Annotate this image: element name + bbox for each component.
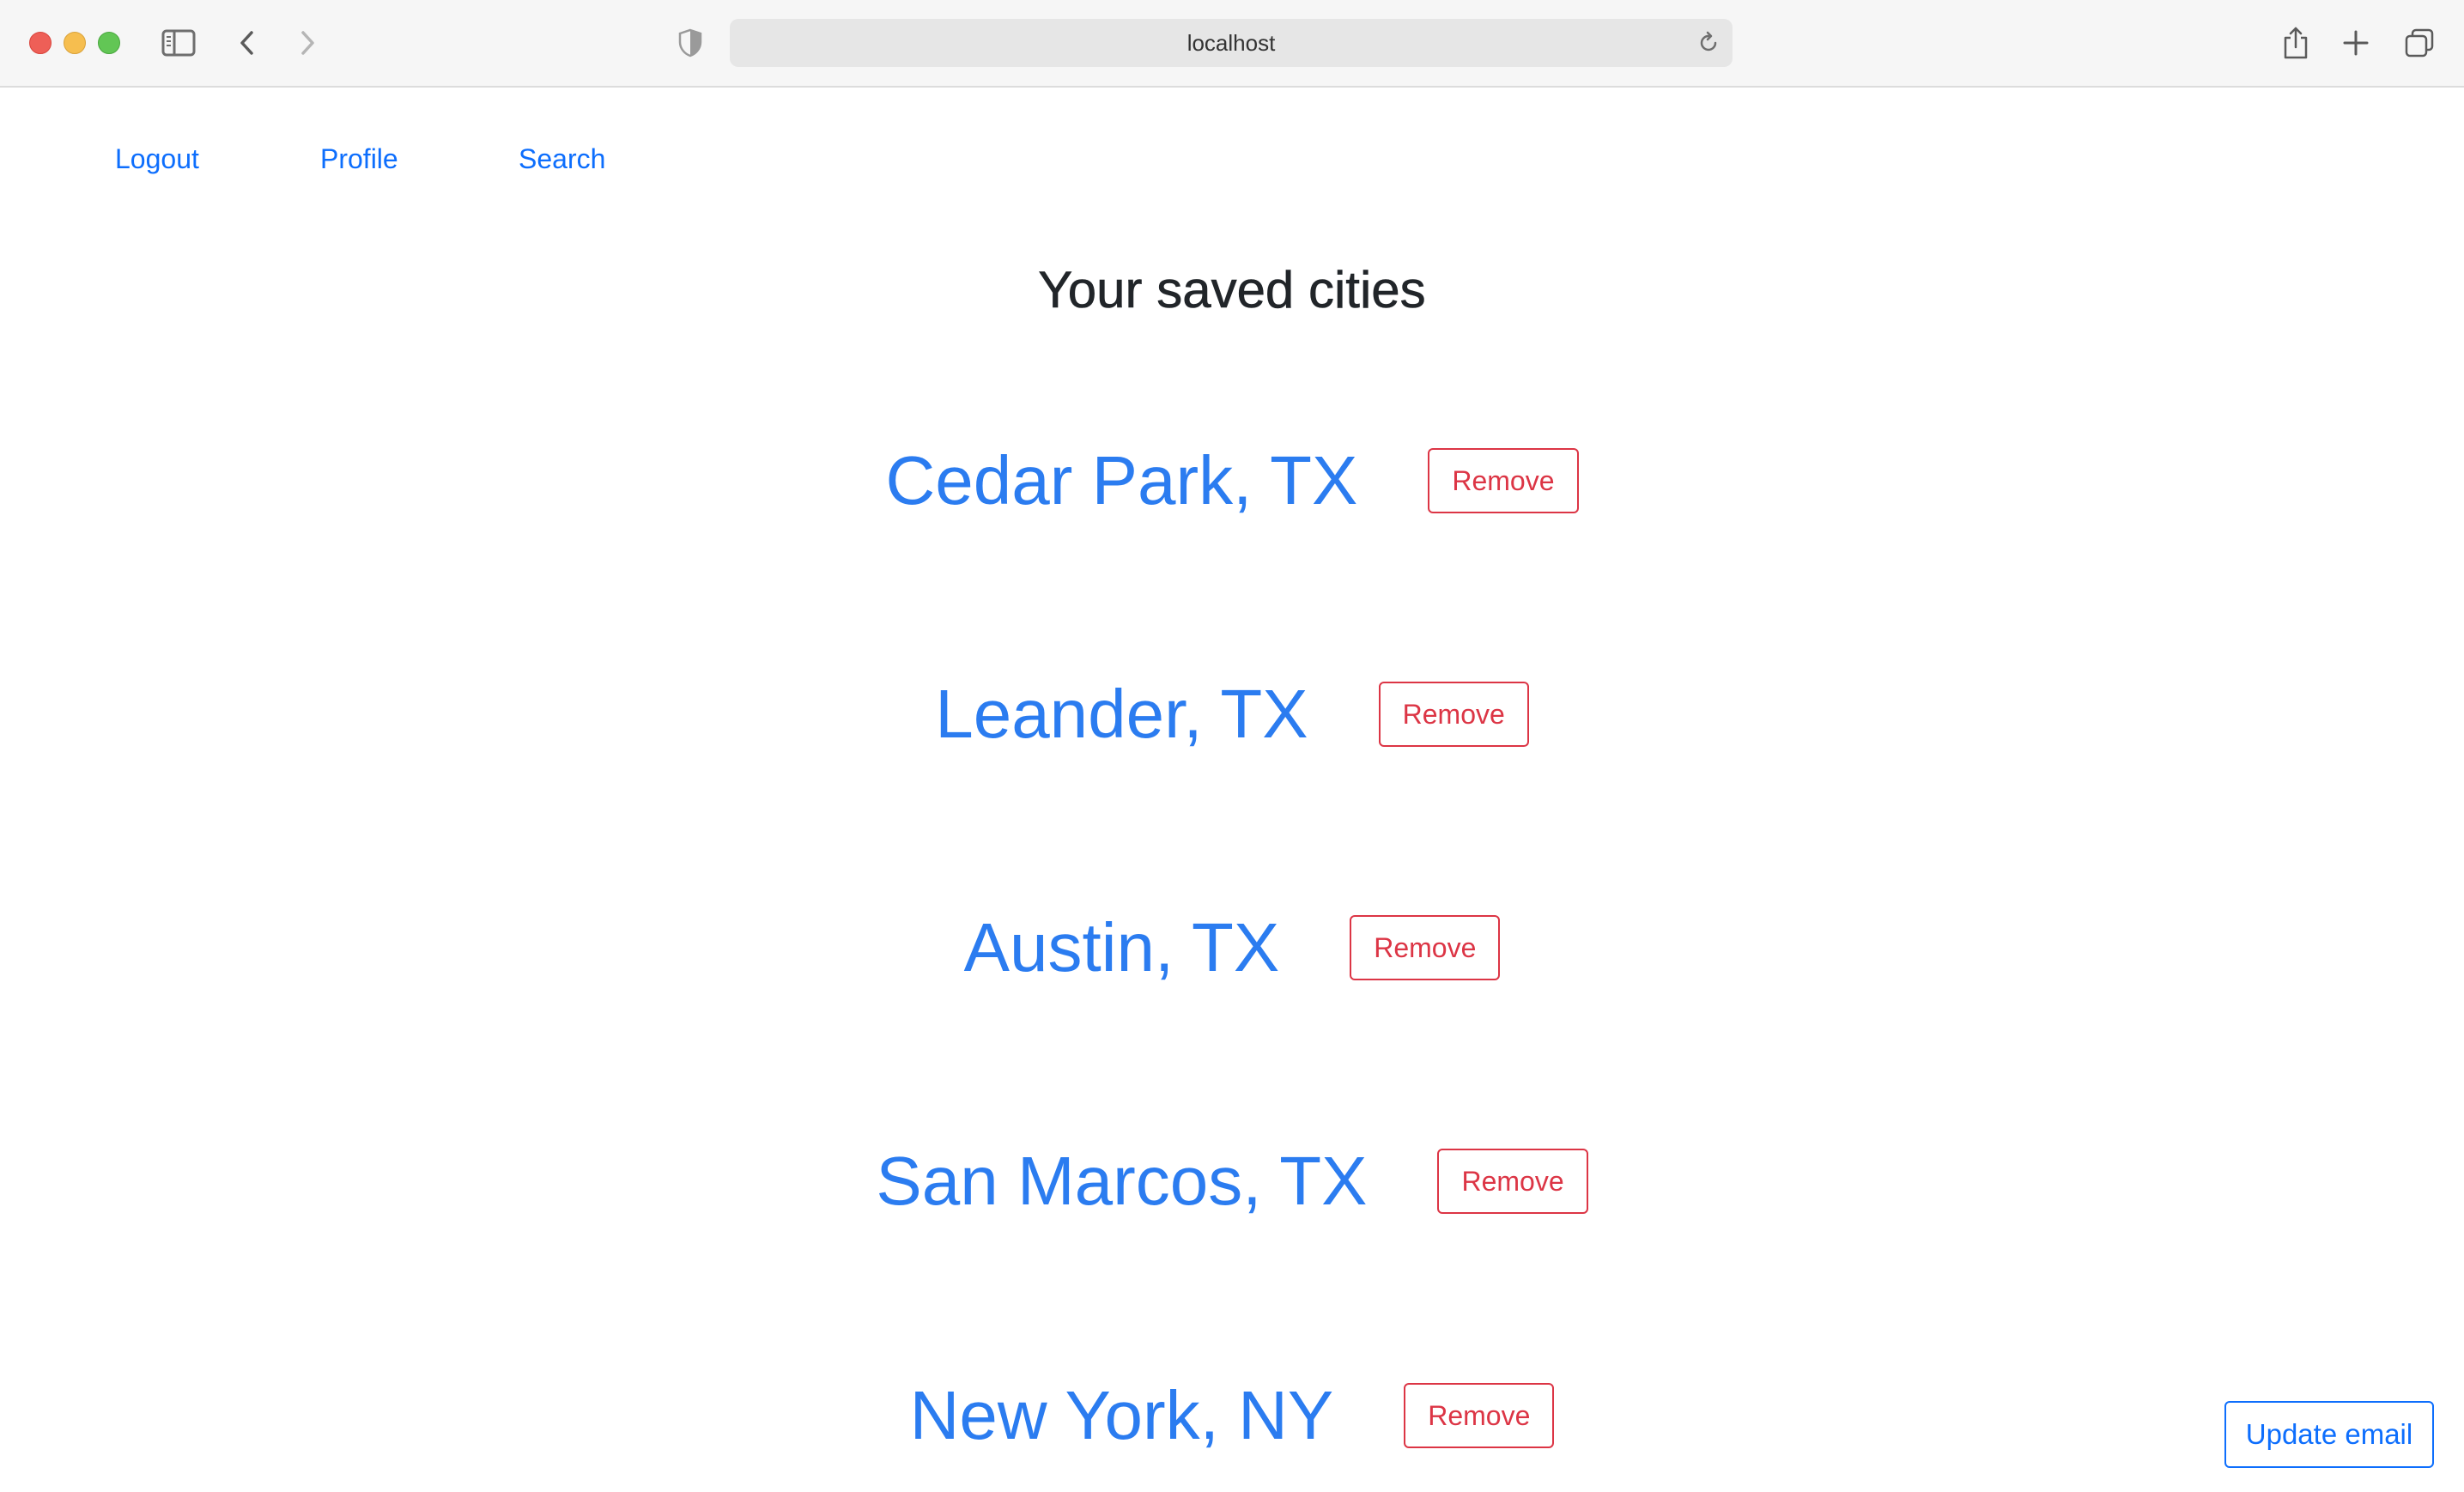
nav-search-link[interactable]: Search	[519, 143, 605, 175]
tab-overview-icon[interactable]	[2402, 26, 2437, 60]
forward-icon[interactable]	[290, 26, 325, 60]
page-title: Your saved cities	[1038, 261, 1426, 319]
city-row: Cedar Park, TX Remove	[0, 446, 2464, 515]
city-row: Austin, TX Remove	[0, 913, 2464, 982]
url-text: localhost	[1186, 29, 1276, 56]
share-icon[interactable]	[2279, 26, 2313, 60]
minimize-window-icon[interactable]	[64, 32, 86, 54]
city-link[interactable]: New York, NY	[910, 1381, 1334, 1450]
remove-city-button[interactable]: Remove	[1437, 1149, 1588, 1214]
close-window-icon[interactable]	[29, 32, 52, 54]
nav-logout-link[interactable]: Logout	[115, 143, 199, 175]
update-email-button[interactable]: Update email	[2224, 1401, 2434, 1468]
city-link[interactable]: Austin, TX	[964, 913, 1280, 982]
city-link[interactable]: San Marcos, TX	[876, 1147, 1367, 1216]
remove-city-button[interactable]: Remove	[1428, 448, 1579, 513]
city-row: San Marcos, TX Remove	[0, 1147, 2464, 1216]
sidebar-icon[interactable]	[161, 26, 196, 60]
city-row: Leander, TX Remove	[0, 680, 2464, 749]
back-icon[interactable]	[230, 26, 264, 60]
remove-city-button[interactable]: Remove	[1350, 915, 1501, 980]
reload-icon[interactable]	[1696, 31, 1721, 55]
remove-city-button[interactable]: Remove	[1404, 1383, 1555, 1448]
new-tab-icon[interactable]	[2339, 26, 2373, 60]
address-bar[interactable]: localhost	[730, 19, 1733, 67]
privacy-shield-icon[interactable]	[673, 26, 707, 60]
city-link[interactable]: Cedar Park, TX	[886, 446, 1358, 515]
browser-toolbar: localhost	[0, 0, 2464, 88]
remove-city-button[interactable]: Remove	[1378, 682, 1529, 747]
zoom-window-icon[interactable]	[98, 32, 120, 54]
city-row: New York, NY Remove	[0, 1381, 2464, 1450]
city-link[interactable]: Leander, TX	[935, 680, 1308, 749]
nav-profile-link[interactable]: Profile	[320, 143, 398, 175]
